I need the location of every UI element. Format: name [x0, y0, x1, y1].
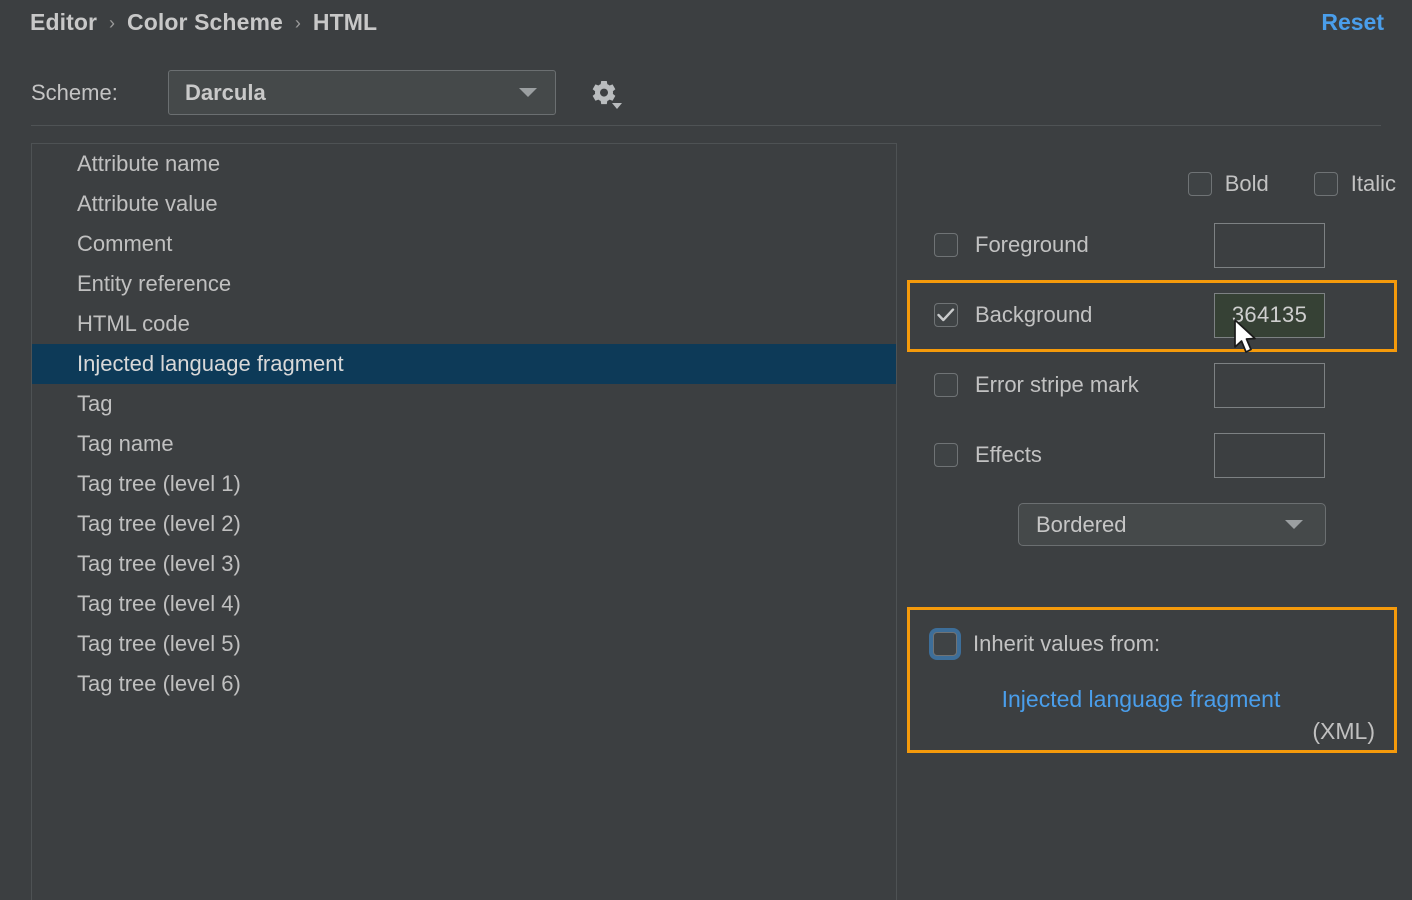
italic-checkbox[interactable]	[1314, 172, 1338, 196]
font-style-row: Bold Italic	[897, 169, 1412, 199]
scheme-label: Scheme:	[31, 70, 118, 116]
breadcrumb-separator: ›	[283, 13, 313, 34]
color-settings-list[interactable]: Attribute nameAttribute valueCommentEnti…	[31, 143, 897, 900]
scheme-dropdown[interactable]: Darcula	[168, 70, 556, 115]
error-stripe-color-swatch[interactable]	[1214, 363, 1325, 408]
breadcrumb-item-color-scheme[interactable]: Color Scheme	[127, 9, 283, 36]
inherit-values-checkbox[interactable]	[933, 632, 957, 656]
effects-checkbox[interactable]	[934, 443, 958, 467]
gear-icon[interactable]	[587, 79, 623, 111]
effects-color-swatch[interactable]	[1214, 433, 1325, 478]
foreground-row: Foreground	[897, 222, 1412, 268]
breadcrumb: Editor › Color Scheme › HTML	[30, 4, 377, 40]
inherit-values-label: Inherit values from:	[973, 631, 1160, 657]
effects-row: Effects	[897, 432, 1412, 478]
error-stripe-label: Error stripe mark	[975, 372, 1139, 398]
list-item[interactable]: Comment	[32, 224, 896, 264]
list-item[interactable]: Tag tree (level 2)	[32, 504, 896, 544]
background-label: Background	[975, 302, 1092, 328]
bold-label: Bold	[1225, 171, 1269, 197]
inherit-source-suffix: (XML)	[907, 717, 1397, 745]
effects-label: Effects	[975, 442, 1042, 468]
scheme-row: Scheme: Darcula	[0, 70, 1412, 116]
list-item[interactable]: Tag name	[32, 424, 896, 464]
background-checkbox[interactable]	[934, 303, 958, 327]
inherit-row: Inherit values from:	[933, 631, 1160, 657]
list-item[interactable]: Tag	[32, 384, 896, 424]
effects-type-value: Bordered	[1019, 512, 1285, 538]
background-color-value: 364135	[1232, 302, 1307, 328]
list-item[interactable]: Tag tree (level 6)	[32, 664, 896, 704]
settings-dialog: Editor › Color Scheme › HTML Reset Schem…	[0, 0, 1412, 900]
scheme-dropdown-value: Darcula	[169, 80, 519, 106]
chevron-down-icon	[519, 88, 537, 97]
bold-checkbox[interactable]	[1188, 172, 1212, 196]
attributes-panel: Bold Italic Foreground Background 364135	[897, 143, 1412, 900]
error-stripe-row: Error stripe mark	[897, 362, 1412, 408]
list-item[interactable]: Tag tree (level 1)	[32, 464, 896, 504]
chevron-down-icon	[1285, 520, 1303, 529]
background-color-swatch[interactable]: 364135	[1214, 293, 1325, 338]
inherit-source-link[interactable]: Injected language fragment	[907, 685, 1397, 713]
list-item[interactable]: Tag tree (level 5)	[32, 624, 896, 664]
list-item[interactable]: Entity reference	[32, 264, 896, 304]
header-divider	[31, 125, 1381, 126]
foreground-label: Foreground	[975, 232, 1089, 258]
inherit-values-section: Inherit values from: Injected language f…	[907, 607, 1397, 753]
breadcrumb-item-html[interactable]: HTML	[313, 9, 377, 36]
effects-type-dropdown[interactable]: Bordered	[1018, 503, 1326, 546]
background-row: Background 364135	[897, 292, 1412, 338]
error-stripe-checkbox[interactable]	[934, 373, 958, 397]
breadcrumb-separator: ›	[97, 13, 127, 34]
list-item[interactable]: Tag tree (level 3)	[32, 544, 896, 584]
foreground-color-swatch[interactable]	[1214, 223, 1325, 268]
foreground-checkbox[interactable]	[934, 233, 958, 257]
list-item[interactable]: Attribute name	[32, 144, 896, 184]
list-item[interactable]: Attribute value	[32, 184, 896, 224]
list-item[interactable]: HTML code	[32, 304, 896, 344]
reset-link[interactable]: Reset	[1321, 4, 1384, 40]
list-item[interactable]: Tag tree (level 4)	[32, 584, 896, 624]
breadcrumb-item-editor[interactable]: Editor	[30, 9, 97, 36]
list-item[interactable]: Injected language fragment	[32, 344, 896, 384]
italic-label: Italic	[1351, 171, 1396, 197]
